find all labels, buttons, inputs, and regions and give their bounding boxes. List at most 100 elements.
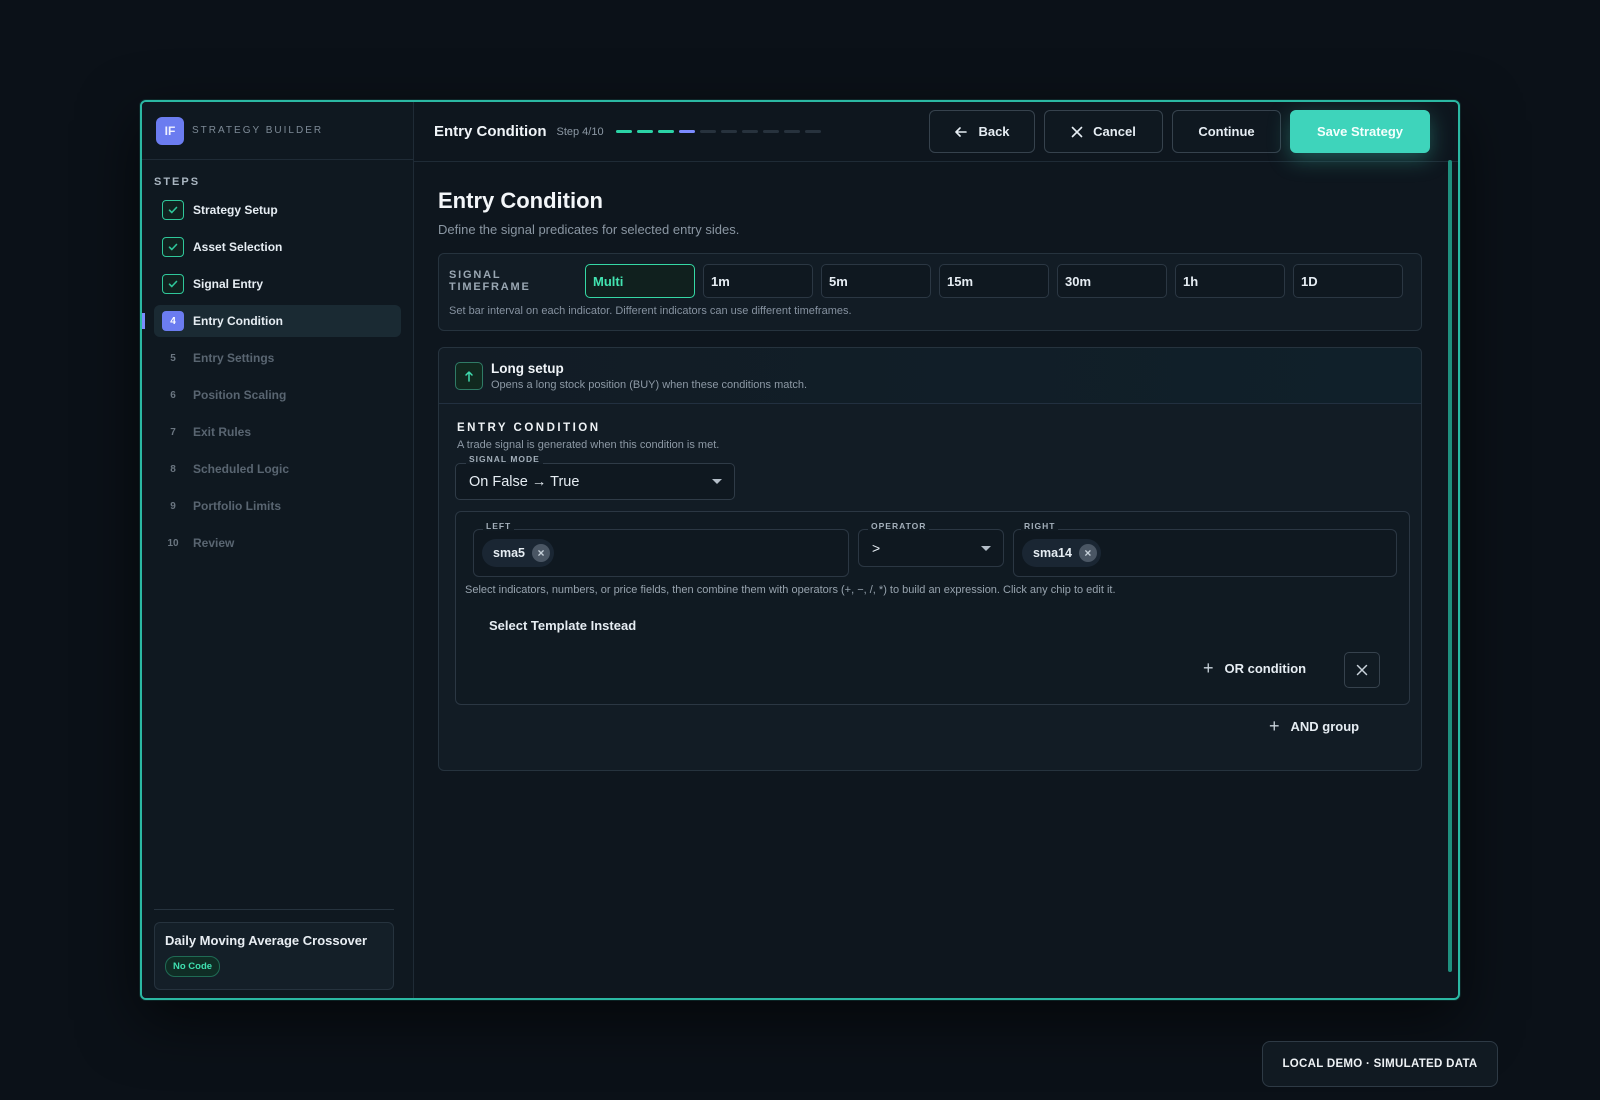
cancel-button[interactable]: Cancel (1044, 110, 1163, 153)
sidebar-step-6[interactable]: 6 Position Scaling (154, 379, 401, 411)
long-setup-subtitle: Opens a long stock position (BUY) when t… (491, 378, 808, 391)
left-chip-label: sma5 (493, 546, 525, 560)
topbar: Entry Condition Step 4/10 Back Cancel Co… (414, 102, 1458, 162)
strategy-builder-window: IF STRATEGY BUILDER STEPS Strategy Setup… (140, 100, 1460, 1000)
step-label: Asset Selection (193, 240, 283, 254)
sidebar-step-1[interactable]: Strategy Setup (154, 194, 401, 226)
step-number: 7 (170, 426, 176, 438)
timeframe-option-multi[interactable]: Multi (585, 264, 695, 298)
progress-segment (783, 130, 800, 133)
continue-button[interactable]: Continue (1172, 110, 1281, 153)
close-icon (1356, 664, 1368, 676)
sidebar-step-3[interactable]: Signal Entry (154, 268, 401, 300)
timeframe-option-1m[interactable]: 1m (703, 264, 813, 298)
back-label: Back (978, 124, 1010, 139)
remove-chip-icon[interactable]: × (1078, 544, 1097, 562)
timeframe-option-1h[interactable]: 1h (1175, 264, 1285, 298)
right-chip-label: sma14 (1033, 546, 1072, 560)
check-icon (162, 200, 184, 220)
brand-name: STRATEGY BUILDER (192, 125, 324, 136)
step-label: Review (193, 536, 235, 550)
strategy-card[interactable]: Daily Moving Average Crossover No Code (154, 922, 394, 990)
progress-segment (762, 130, 779, 133)
entry-condition-description: A trade signal is generated when this co… (457, 439, 720, 451)
expression-hint: Select indicators, numbers, or price fie… (465, 584, 1116, 596)
step-label: Entry Settings (193, 351, 275, 365)
step-number: 10 (167, 537, 179, 549)
condition-group: LEFT sma5 × OPERATOR > RIGHT sma14 × Sel… (455, 511, 1410, 705)
timeframe-option-1d[interactable]: 1D (1293, 264, 1403, 298)
brand: IF STRATEGY BUILDER (142, 102, 413, 160)
progress-segment (720, 130, 737, 133)
sidebar-step-8[interactable]: 8 Scheduled Logic (154, 453, 401, 485)
remove-chip-icon[interactable]: × (531, 544, 550, 562)
indicator-chip-left[interactable]: sma5 × (482, 539, 554, 567)
add-or-condition-button[interactable]: + OR condition (1203, 658, 1306, 679)
sidebar-step-5[interactable]: 5 Entry Settings (154, 342, 401, 374)
step-label: Signal Entry (193, 277, 264, 291)
step-label: Exit Rules (193, 425, 252, 439)
remove-condition-button[interactable] (1344, 652, 1380, 688)
arrow-up-icon (455, 361, 483, 390)
right-expression-input[interactable]: sma14 × (1013, 529, 1397, 577)
main-area: Entry Condition Step 4/10 Back Cancel Co… (414, 102, 1458, 998)
sidebar-step-10[interactable]: 10 Review (154, 527, 401, 559)
arrow-left-icon (954, 125, 968, 139)
check-icon (162, 237, 184, 257)
long-setup-header: Long setup Opens a long stock position (… (439, 348, 1421, 404)
step-label: Position Scaling (193, 388, 287, 402)
chevron-down-icon (981, 546, 991, 551)
strategy-name: Daily Moving Average Crossover (165, 933, 368, 948)
entry-condition-heading: ENTRY CONDITION (457, 422, 601, 434)
step-number: 6 (170, 389, 176, 401)
steps-title: STEPS (154, 176, 201, 188)
indicator-chip-right[interactable]: sma14 × (1022, 539, 1101, 567)
timeframe-option-5m[interactable]: 5m (821, 264, 931, 298)
left-label: LEFT (483, 521, 515, 531)
add-and-group-button[interactable]: + AND group (1269, 716, 1359, 737)
sidebar-step-4[interactable]: 4 Entry Condition (142, 305, 401, 337)
signal-mode-select[interactable]: On False → True (455, 463, 735, 500)
right-label: RIGHT (1021, 521, 1059, 531)
timeframe-option-15m[interactable]: 15m (939, 264, 1049, 298)
long-setup-panel: Long setup Opens a long stock position (… (438, 347, 1422, 771)
page-subtitle: Define the signal predicates for selecte… (438, 222, 740, 237)
progress-segment (741, 130, 758, 133)
brand-logo: IF (156, 116, 184, 145)
step-number: 8 (170, 463, 176, 475)
operator-label: OPERATOR (868, 521, 930, 531)
timeframe-hint: Set bar interval on each indicator. Diff… (449, 305, 852, 317)
select-template-link[interactable]: Select Template Instead (489, 618, 636, 633)
sidebar-step-7[interactable]: 7 Exit Rules (154, 416, 401, 448)
chevron-down-icon (712, 479, 722, 484)
left-expression-input[interactable]: sma5 × (473, 529, 849, 577)
progress-segment (699, 130, 716, 133)
operator-select[interactable]: > (858, 529, 1004, 567)
sidebar: IF STRATEGY BUILDER STEPS Strategy Setup… (142, 102, 414, 998)
save-strategy-button[interactable]: Save Strategy (1290, 110, 1430, 153)
progress-segment (678, 130, 695, 133)
step-number: 9 (170, 500, 176, 512)
progress-segment (615, 130, 632, 133)
long-setup-title: Long setup (491, 360, 564, 376)
progress-segment (804, 130, 821, 133)
step-number: 4 (162, 311, 184, 331)
timeframe-option-30m[interactable]: 30m (1057, 264, 1167, 298)
or-condition-label: OR condition (1224, 661, 1307, 676)
check-icon (162, 274, 184, 294)
step-number: 5 (170, 352, 176, 364)
sidebar-step-2[interactable]: Asset Selection (154, 231, 401, 263)
step-label: Portfolio Limits (193, 499, 281, 513)
plus-icon: + (1269, 716, 1280, 736)
scrollbar[interactable] (1448, 160, 1452, 972)
steps-list: Strategy Setup Asset Selection Signal Entr… (142, 194, 413, 559)
step-label: Strategy Setup (193, 203, 278, 217)
sidebar-step-9[interactable]: 9 Portfolio Limits (154, 490, 401, 522)
close-icon (1071, 126, 1083, 138)
topbar-title: Entry Condition (434, 123, 547, 140)
signal-mode-value: On False → True (469, 473, 580, 490)
back-button[interactable]: Back (929, 110, 1035, 153)
plus-icon: + (1203, 658, 1214, 678)
signal-timeframe-panel: SIGNAL TIMEFRAME Multi 1m 5m 15m 30m 1h 1D Set… (438, 253, 1422, 331)
step-counter: Step 4/10 (556, 125, 604, 138)
